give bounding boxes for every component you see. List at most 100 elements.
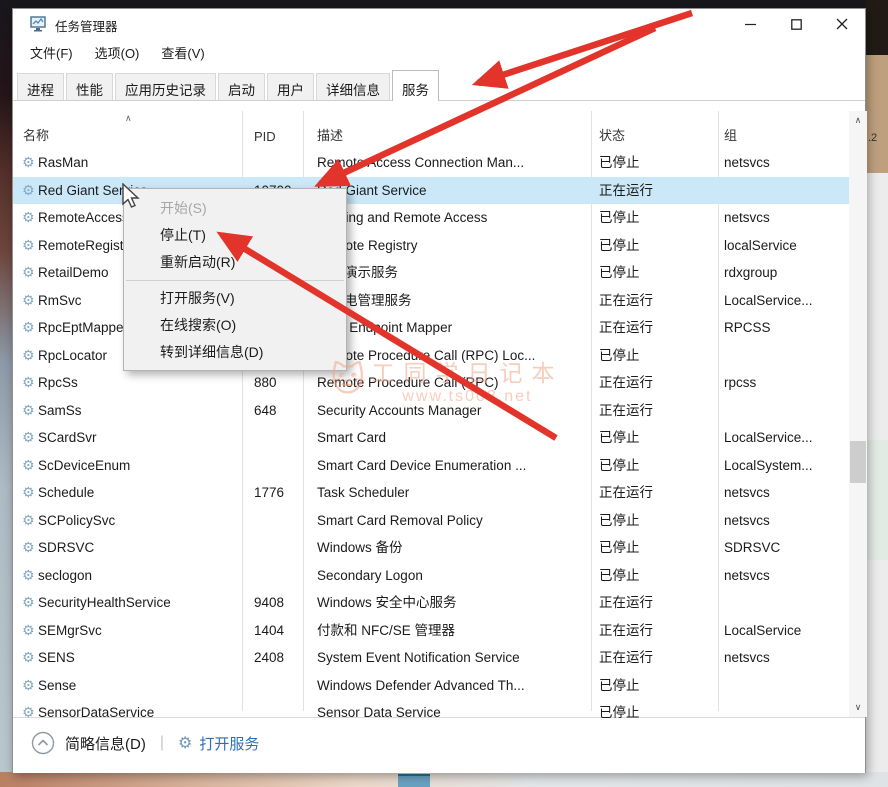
- background-green-patch: [866, 440, 888, 560]
- service-description: 付款和 NFC/SE 管理器: [317, 617, 589, 645]
- context-menu-item[interactable]: 停止(T): [124, 222, 346, 249]
- service-pid: [254, 424, 309, 452]
- details-toggle-label[interactable]: 简略信息(D): [65, 733, 146, 754]
- close-button[interactable]: [819, 9, 865, 39]
- scroll-down-icon: ∨: [855, 702, 862, 713]
- service-pid: [254, 534, 309, 562]
- minimize-icon: [745, 19, 756, 30]
- service-description: Smart Card Device Enumeration ...: [317, 452, 589, 480]
- service-status: 正在运行: [599, 479, 714, 507]
- service-pid: 648: [254, 397, 309, 425]
- service-status: 已停止: [599, 672, 714, 700]
- column-header-group[interactable]: 组: [724, 125, 737, 144]
- service-name: SEMgrSvc: [38, 617, 238, 645]
- menu-bar: 文件(F)选项(O)查看(V): [19, 39, 216, 66]
- context-menu-item[interactable]: 在线搜索(O): [124, 312, 346, 339]
- service-gear-icon: ⚙: [22, 232, 38, 260]
- service-gear-icon: ⚙: [22, 259, 38, 287]
- context-menu-item[interactable]: 打开服务(V): [124, 285, 346, 312]
- title-bar[interactable]: 任务管理器: [13, 9, 865, 39]
- service-gear-icon: ⚙: [22, 672, 38, 700]
- service-gear-icon: ⚙: [22, 507, 38, 535]
- table-header: ∧ 名称 PID 描述 状态 组: [13, 111, 849, 149]
- tab-item[interactable]: 进程: [17, 73, 64, 100]
- table-row[interactable]: ⚙RpcSs880Remote Procedure Call (RPC)正在运行…: [13, 369, 849, 397]
- minimize-button[interactable]: [727, 9, 773, 39]
- open-services-link[interactable]: 打开服务: [199, 733, 259, 754]
- collapse-details-icon[interactable]: [31, 731, 55, 755]
- footer-divider: |: [160, 734, 164, 752]
- table-row[interactable]: ⚙SensorDataServiceSensor Data Service已停止: [13, 699, 849, 719]
- column-header-desc[interactable]: 描述: [317, 125, 343, 144]
- tab-item[interactable]: 用户: [267, 73, 314, 100]
- service-status: 正在运行: [599, 314, 714, 342]
- service-status: 已停止: [599, 232, 714, 260]
- background-tan-patch: [866, 55, 888, 173]
- maximize-icon: [791, 19, 802, 30]
- maximize-button[interactable]: [773, 9, 819, 39]
- service-group: localService: [724, 232, 846, 260]
- table-row[interactable]: ⚙SDRSVCWindows 备份已停止SDRSVC: [13, 534, 849, 562]
- service-group: netsvcs: [724, 507, 846, 535]
- service-gear-icon: ⚙: [22, 204, 38, 232]
- table-row[interactable]: ⚙seclogonSecondary Logon已停止netsvcs: [13, 562, 849, 590]
- service-gear-icon: ⚙: [22, 342, 38, 370]
- service-group: RPCSS: [724, 314, 846, 342]
- service-group: netsvcs: [724, 562, 846, 590]
- window-title: 任务管理器: [55, 16, 118, 35]
- service-group: [724, 397, 846, 425]
- context-menu-item[interactable]: 重新启动(R): [124, 249, 346, 276]
- service-pid: 1776: [254, 479, 309, 507]
- service-gear-icon: ⚙: [22, 562, 38, 590]
- scroll-down-button[interactable]: ∨: [849, 698, 867, 717]
- menubar-item[interactable]: 选项(O): [84, 39, 151, 66]
- service-name: SDRSVC: [38, 534, 238, 562]
- table-row[interactable]: ⚙RasManRemote Access Connection Man...已停…: [13, 149, 849, 177]
- table-row[interactable]: ⚙SamSs648Security Accounts Manager正在运行: [13, 397, 849, 425]
- service-group: [724, 672, 846, 700]
- vertical-scrollbar[interactable]: ∧ ∨: [849, 111, 867, 717]
- service-name: SCardSvr: [38, 424, 238, 452]
- context-menu-item[interactable]: 转到详细信息(D): [124, 339, 346, 366]
- service-status: 已停止: [599, 259, 714, 287]
- service-group: rdxgroup: [724, 259, 846, 287]
- service-name: SamSs: [38, 397, 238, 425]
- table-row[interactable]: ⚙SEMgrSvc1404付款和 NFC/SE 管理器正在运行LocalServ…: [13, 617, 849, 645]
- service-description: Windows 安全中心服务: [317, 589, 589, 617]
- table-row[interactable]: ⚙SCardSvrSmart Card已停止LocalService...: [13, 424, 849, 452]
- tab-item[interactable]: 应用历史记录: [115, 73, 216, 100]
- column-header-status[interactable]: 状态: [599, 125, 625, 144]
- table-row[interactable]: ⚙SenseWindows Defender Advanced Th...已停止: [13, 672, 849, 700]
- service-description: Task Scheduler: [317, 479, 589, 507]
- menubar-item[interactable]: 文件(F): [19, 39, 84, 66]
- service-gear-icon: ⚙: [22, 589, 38, 617]
- background-text-fragment: .2: [868, 132, 877, 144]
- menubar-item[interactable]: 查看(V): [150, 39, 215, 66]
- service-status: 正在运行: [599, 617, 714, 645]
- column-header-pid[interactable]: PID: [254, 129, 276, 144]
- service-description: 零售演示服务: [317, 259, 589, 287]
- footer-bar: 简略信息(D) | ⚙ 打开服务: [13, 717, 865, 773]
- tab-item[interactable]: 启动: [218, 73, 265, 100]
- service-gear-icon: ⚙: [22, 699, 38, 719]
- scrollbar-thumb[interactable]: [850, 441, 866, 483]
- column-header-name[interactable]: 名称: [23, 125, 49, 144]
- service-status: 已停止: [599, 507, 714, 535]
- scroll-up-button[interactable]: ∧: [849, 111, 867, 130]
- service-pid: [254, 507, 309, 535]
- table-row[interactable]: ⚙SCPolicySvcSmart Card Removal Policy已停止…: [13, 507, 849, 535]
- table-row[interactable]: ⚙Schedule1776Task Scheduler正在运行netsvcs: [13, 479, 849, 507]
- tab-item[interactable]: 详细信息: [316, 73, 390, 100]
- service-description: Remote Procedure Call (RPC) Loc...: [317, 342, 589, 370]
- service-group: LocalService...: [724, 424, 846, 452]
- service-description: Remote Procedure Call (RPC): [317, 369, 589, 397]
- service-description: Windows Defender Advanced Th...: [317, 672, 589, 700]
- tab-item[interactable]: 性能: [66, 73, 113, 100]
- table-row[interactable]: ⚙ScDeviceEnumSmart Card Device Enumerati…: [13, 452, 849, 480]
- service-description: Routing and Remote Access: [317, 204, 589, 232]
- service-gear-icon: ⚙: [22, 287, 38, 315]
- service-description: System Event Notification Service: [317, 644, 589, 672]
- table-row[interactable]: ⚙SecurityHealthService9408Windows 安全中心服务…: [13, 589, 849, 617]
- tab-services-selected[interactable]: 服务: [392, 70, 439, 101]
- table-row[interactable]: ⚙SENS2408System Event Notification Servi…: [13, 644, 849, 672]
